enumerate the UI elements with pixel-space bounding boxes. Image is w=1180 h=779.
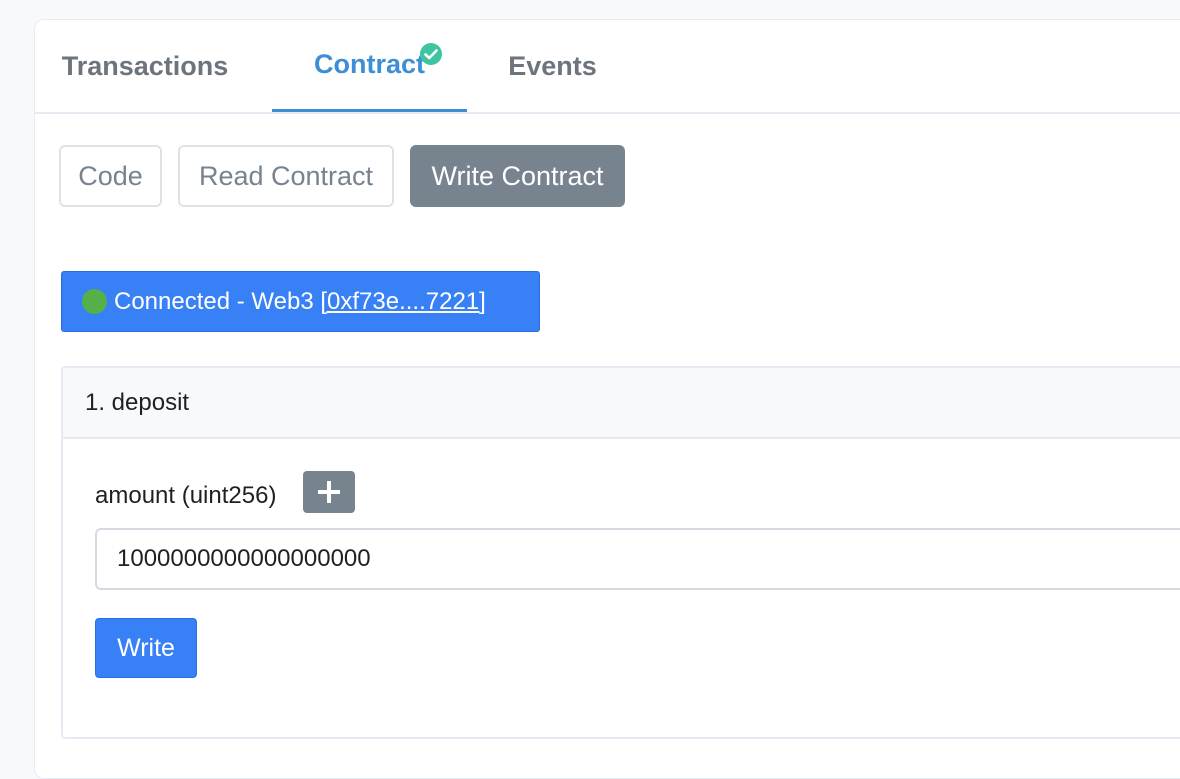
param-label-amount: amount (uint256)	[95, 482, 277, 509]
tab-transactions-label: Transactions	[61, 50, 229, 81]
tab-contract-label: Contract	[313, 49, 425, 79]
add-param-button[interactable]	[303, 471, 355, 513]
tab-contract[interactable]: Contract	[272, 20, 467, 112]
plus-icon	[318, 481, 340, 503]
tab-bar: Transactions Contract Events	[35, 20, 1180, 114]
function-header-deposit[interactable]: 1. deposit	[63, 368, 1180, 439]
amount-input[interactable]	[95, 528, 1180, 590]
function-panel-deposit: 1. deposit amount (uint256) Write	[61, 366, 1180, 739]
contract-card: Transactions Contract Events Code Read C…	[34, 19, 1180, 779]
connect-wallet-button[interactable]: Connected - Web3 [0xf73e....7221]	[61, 271, 540, 332]
green-dot-icon	[82, 289, 107, 314]
tab-events[interactable]: Events	[480, 20, 625, 112]
code-button[interactable]: Code	[59, 145, 162, 207]
tab-transactions[interactable]: Transactions	[35, 20, 255, 112]
connection-status-label: Connected - Web3	[114, 287, 321, 315]
tab-events-label: Events	[508, 50, 597, 81]
wallet-address-link[interactable]: [0xf73e....7221]	[320, 288, 485, 316]
check-circle-icon	[420, 43, 442, 65]
write-contract-button[interactable]: Write Contract	[410, 145, 625, 207]
write-button[interactable]: Write	[95, 618, 197, 678]
read-contract-button[interactable]: Read Contract	[178, 145, 394, 207]
